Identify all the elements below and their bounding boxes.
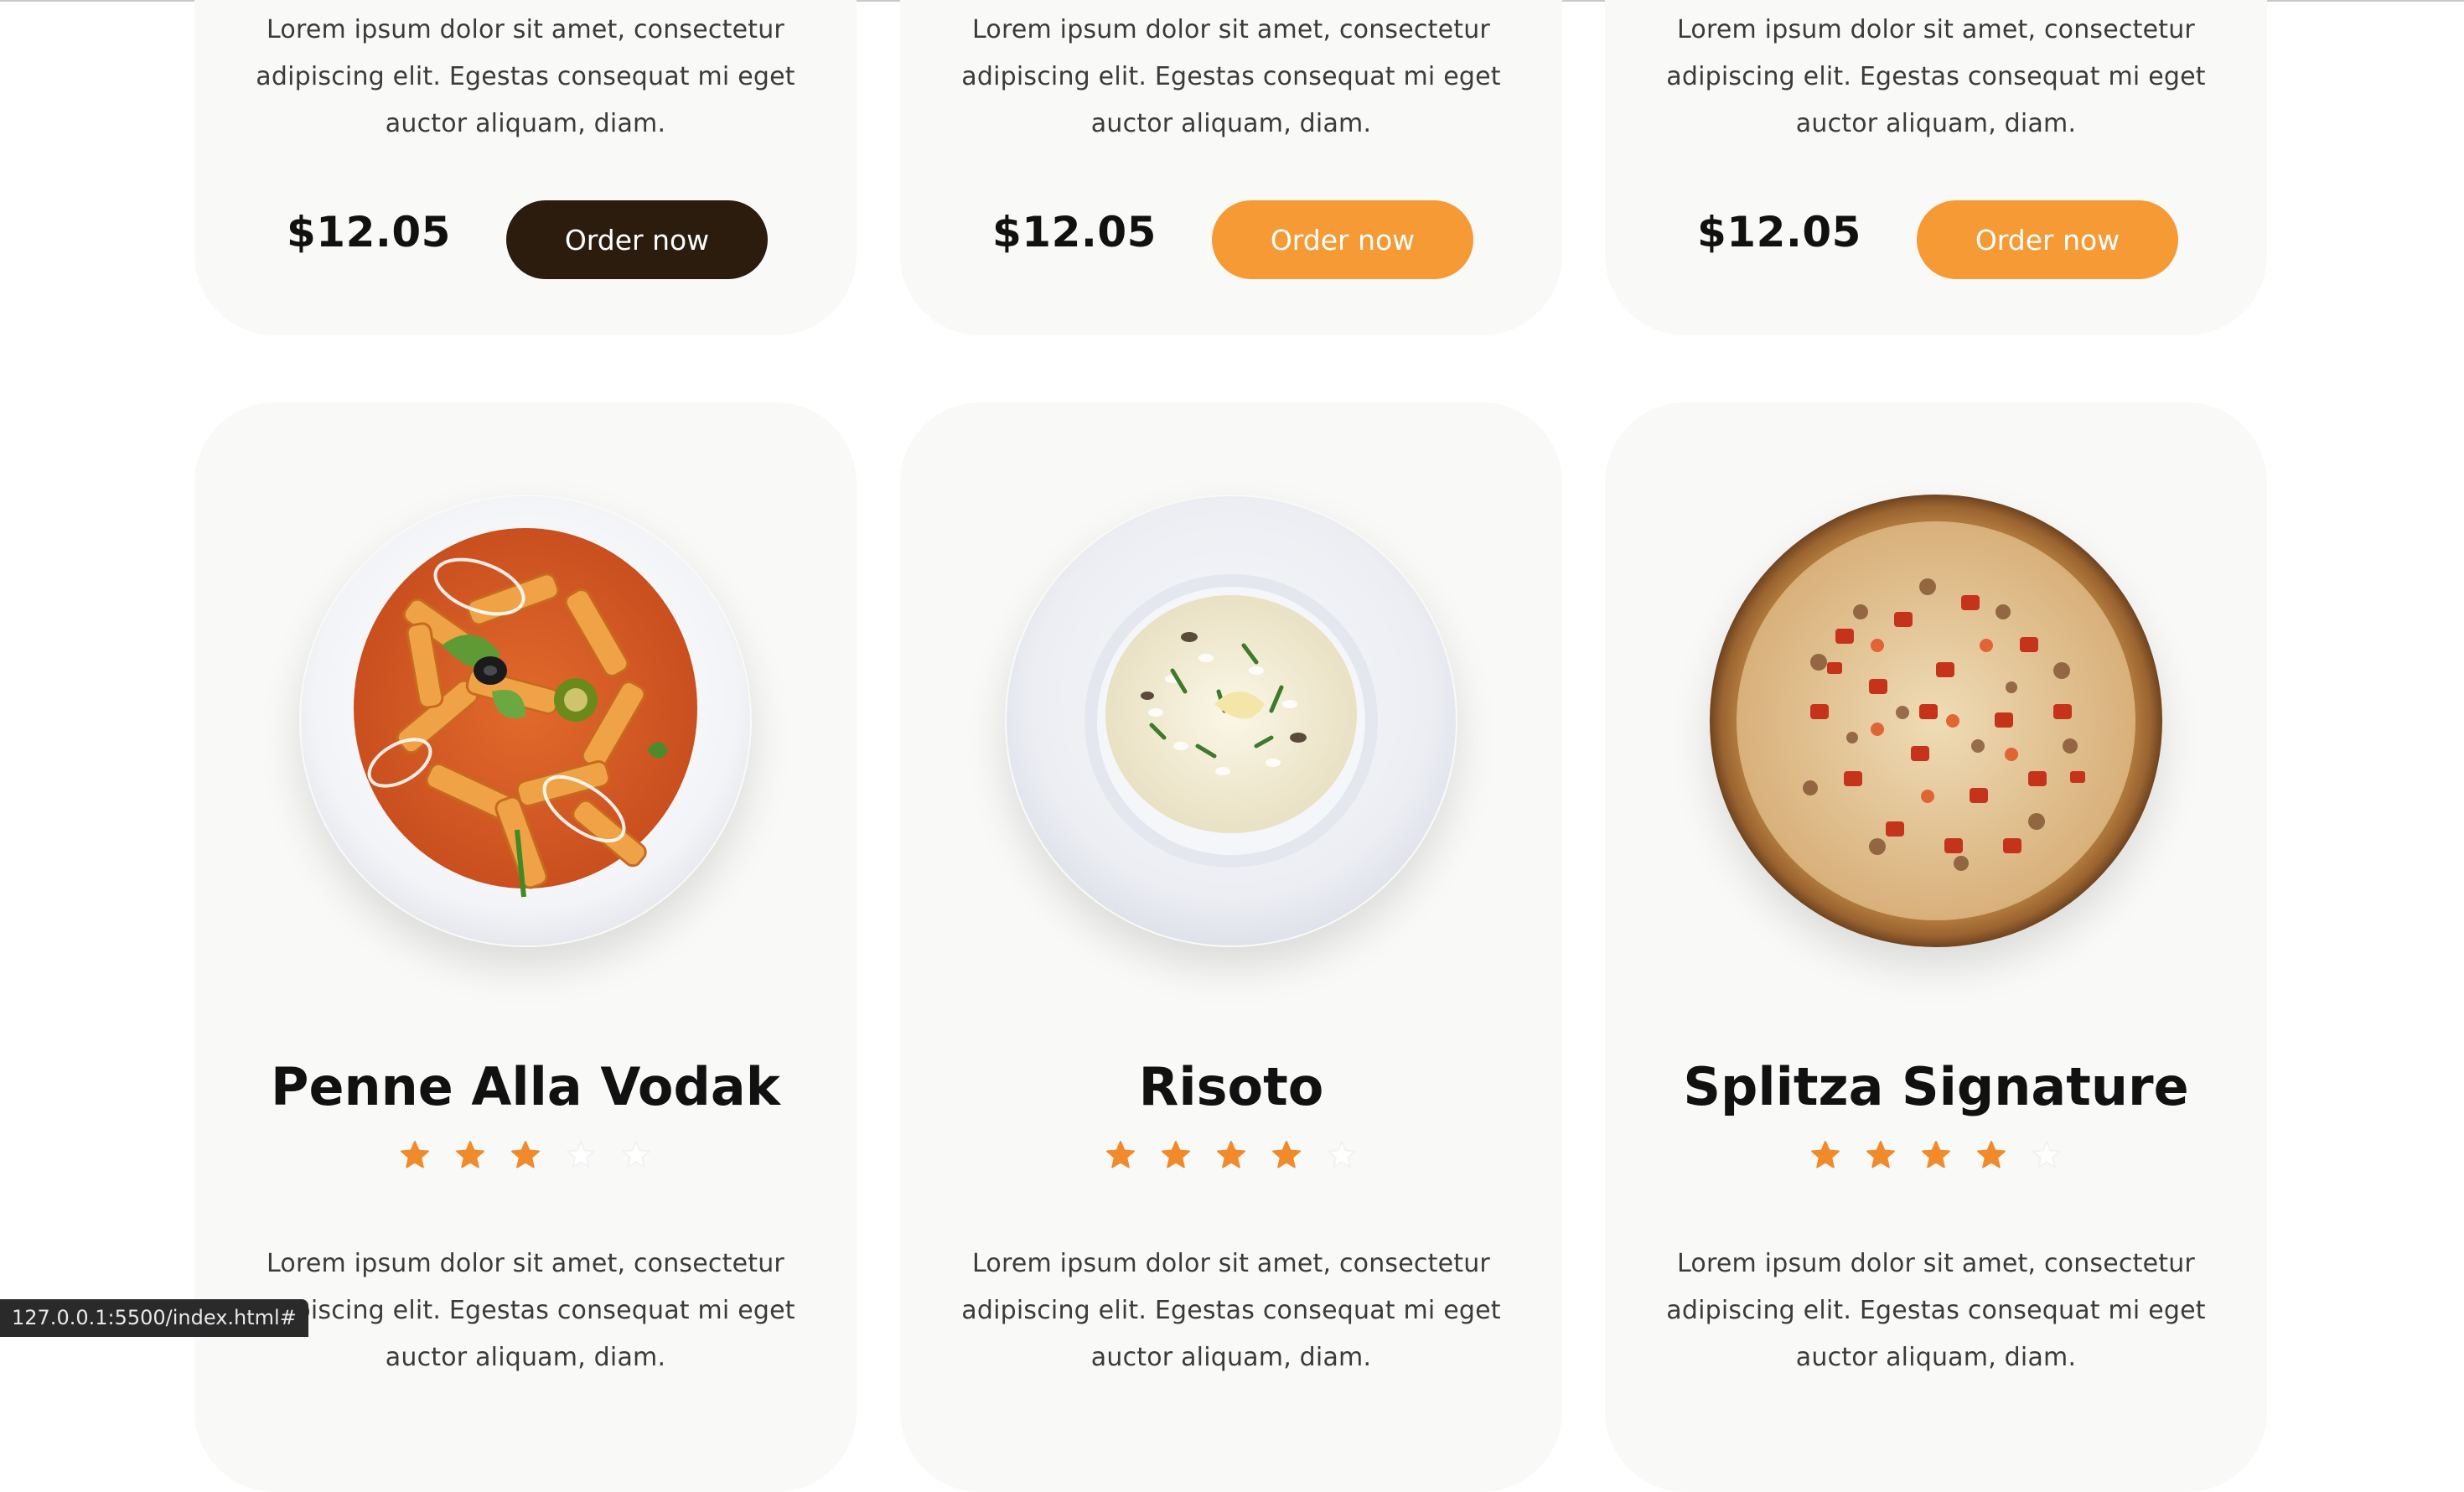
star-filled-icon (1217, 1141, 1245, 1168)
card-description: Lorem ipsum dolor sit amet, consectetur … (194, 7, 857, 148)
menu-card: Lorem ipsum dolor sit amet, consectetur … (900, 0, 1562, 335)
star-filled-icon (1866, 1141, 1895, 1168)
card-description: Lorem ipsum dolor sit amet, consectetur … (1605, 7, 2267, 148)
star-rating (900, 1140, 1562, 1170)
star-filled-icon (401, 1141, 429, 1168)
card-description: Lorem ipsum dolor sit amet, consectetur … (900, 1241, 1562, 1381)
star-filled-icon (1106, 1141, 1135, 1168)
description-line: Lorem ipsum dolor sit amet, consectetur (972, 15, 1490, 44)
description-line: adipiscing elit. Egestas consequat mi eg… (1666, 62, 2206, 91)
star-filled-icon (511, 1141, 540, 1168)
description-line: auctor aliquam, diam. (1795, 109, 2077, 138)
card-price: $12.05 (1697, 208, 1861, 256)
description-line: Lorem ipsum dolor sit amet, consectetur (1677, 15, 2195, 44)
browser-status-url: 127.0.0.1:5500/index.html# (0, 1299, 308, 1337)
description-line: adipiscing elit. Egestas consequat mi eg… (256, 62, 795, 91)
menu-card-risotto: Risoto Lorem ipsum dolor sit amet, conse… (900, 402, 1562, 1492)
description-line: Lorem ipsum dolor sit amet, consectetur (267, 15, 784, 44)
order-now-button[interactable]: Order now (506, 200, 768, 279)
star-rating (1605, 1140, 2267, 1170)
card-description: Lorem ipsum dolor sit amet, consectetur … (900, 7, 1562, 148)
star-empty-icon (622, 1141, 650, 1168)
star-filled-icon (1922, 1141, 1950, 1168)
risotto-bowl-image (1005, 495, 1457, 947)
description-line: auctor aliquam, diam. (1090, 1343, 1372, 1372)
menu-card: Lorem ipsum dolor sit amet, consectetur … (194, 0, 857, 335)
penne-pasta-plate-image (299, 495, 752, 947)
menu-card-pizza: Splitza Signature Lorem ipsum dolor sit … (1605, 402, 2267, 1492)
dish-name: Splitza Signature (1683, 1056, 2189, 1117)
star-filled-icon (1272, 1141, 1301, 1168)
card-description: Lorem ipsum dolor sit amet, consectetur … (1605, 1241, 2267, 1381)
menu-card: Lorem ipsum dolor sit amet, consectetur … (1605, 0, 2267, 335)
description-line: adipiscing elit. Egestas consequat mi eg… (1666, 1296, 2206, 1325)
star-empty-icon (567, 1141, 595, 1168)
description-line: Lorem ipsum dolor sit amet, consectetur (267, 1249, 784, 1278)
star-filled-icon (1811, 1141, 1840, 1168)
card-price: $12.05 (992, 208, 1157, 256)
description-line: auctor aliquam, diam. (1090, 109, 1372, 138)
pizza-image (1710, 495, 2162, 947)
order-now-button[interactable]: Order now (1212, 200, 1473, 279)
description-line: Lorem ipsum dolor sit amet, consectetur (972, 1249, 1490, 1278)
star-rating (194, 1140, 857, 1170)
description-line: adipiscing elit. Egestas consequat mi eg… (961, 62, 1501, 91)
order-now-button[interactable]: Order now (1917, 200, 2178, 279)
star-empty-icon (2032, 1141, 2061, 1168)
description-line: auctor aliquam, diam. (385, 109, 666, 138)
description-line: adipiscing elit. Egestas consequat mi eg… (961, 1296, 1501, 1325)
star-empty-icon (1328, 1141, 1356, 1168)
star-filled-icon (456, 1141, 484, 1168)
description-line: auctor aliquam, diam. (1795, 1343, 2077, 1372)
description-line: auctor aliquam, diam. (385, 1343, 666, 1372)
dish-name: Risoto (1138, 1056, 1324, 1117)
star-filled-icon (1977, 1141, 2006, 1168)
card-price: $12.05 (287, 208, 451, 256)
dish-name: Penne Alla Vodak (271, 1056, 780, 1117)
star-filled-icon (1162, 1141, 1190, 1168)
description-line: Lorem ipsum dolor sit amet, consectetur (1677, 1249, 2195, 1278)
